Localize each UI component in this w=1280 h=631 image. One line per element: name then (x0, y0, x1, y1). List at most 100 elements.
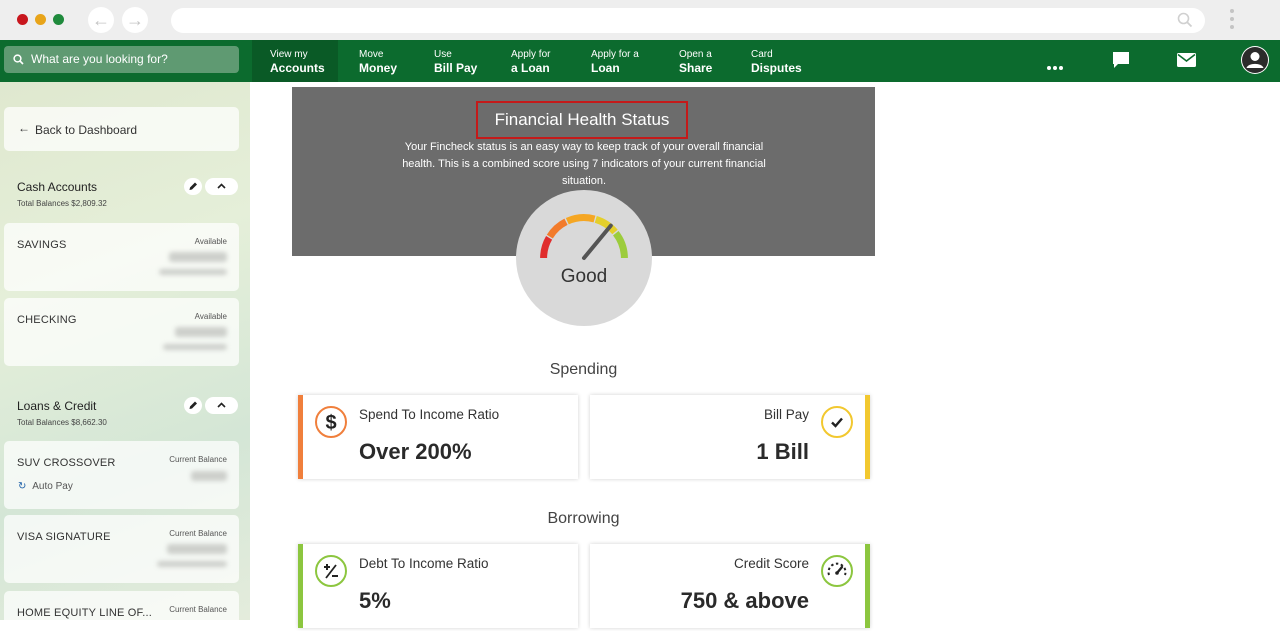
borrowing-heading: Borrowing (547, 510, 620, 527)
edit-cash-accounts-button[interactable] (184, 178, 202, 195)
cash-accounts-title: Cash Accounts (17, 180, 98, 194)
metric-label: Credit Score (733, 556, 809, 571)
account-card-suv-crossover[interactable]: SUV CROSSOVER Current Balance ↻ Auto Pay (4, 441, 239, 509)
loans-credit-title: Loans & Credit (17, 399, 97, 413)
financial-health-description: Your Fincheck status is an easy way to k… (402, 141, 766, 187)
credit-score-card[interactable]: Credit Score 750 & above (590, 544, 870, 628)
hidden-balance-secondary (159, 269, 227, 275)
chevron-up-icon (217, 402, 226, 408)
top-navigation: What are you looking for? View my Accoun… (0, 40, 1280, 82)
hidden-balance-secondary (163, 344, 227, 350)
dollar-icon: $ (315, 406, 347, 438)
nav-label-main: Disputes (751, 61, 802, 75)
gauge-needle (582, 223, 613, 260)
plus-minus-icon (315, 555, 347, 587)
gauge-status-label: Good (560, 266, 608, 287)
more-icon[interactable] (1047, 57, 1065, 75)
refresh-icon: ↻ (18, 481, 27, 492)
loans-credit-total: Total Balances $8,662.30 (17, 418, 107, 427)
account-name: HOME EQUITY LINE OF... (17, 607, 152, 619)
metric-value: 5% (359, 588, 391, 613)
hidden-balance (169, 252, 227, 262)
nav-label-main: Bill Pay (434, 61, 478, 75)
edit-loans-button[interactable] (184, 397, 202, 414)
nav-label-top: Use (434, 49, 452, 60)
hidden-balance (175, 327, 227, 337)
nav-label-top: Open a (679, 49, 712, 60)
pencil-icon (189, 182, 197, 190)
search-icon (13, 54, 24, 65)
nav-card-disputes[interactable]: Card Disputes (751, 40, 802, 82)
address-bar[interactable] (171, 8, 1205, 33)
nav-label-top: Apply for a (591, 49, 639, 60)
pencil-icon (189, 401, 197, 409)
hidden-balance (191, 471, 227, 481)
nav-label-top: Card (751, 49, 773, 60)
back-to-dashboard-button[interactable]: ← Back to Dashboard (4, 107, 239, 151)
spend-to-income-card[interactable]: $ Spend To Income Ratio Over 200% (298, 395, 578, 479)
metric-value: 750 & above (680, 588, 809, 613)
close-window-button[interactable] (17, 14, 28, 25)
account-name: VISA SIGNATURE (17, 531, 111, 543)
speedometer-icon (821, 555, 853, 587)
metric-label: Debt To Income Ratio (359, 556, 489, 571)
hidden-balance (167, 544, 227, 554)
minimize-window-button[interactable] (35, 14, 46, 25)
account-name: CHECKING (17, 314, 77, 326)
search-placeholder: What are you looking for? (31, 52, 168, 66)
chevron-up-icon (217, 183, 226, 189)
account-card-home-equity[interactable]: HOME EQUITY LINE OF... Current Balance (4, 591, 239, 631)
health-gauge: Good (516, 190, 652, 326)
nav-label-top: View my (270, 49, 308, 60)
nav-apply-for-a-loan[interactable]: Apply for a Loan (591, 40, 639, 82)
balance-label: Current Balance (169, 529, 227, 538)
mail-icon[interactable] (1177, 53, 1196, 67)
nav-label-main: Money (359, 61, 398, 75)
account-card-savings[interactable]: SAVINGS Available (4, 223, 239, 291)
balance-label: Current Balance (169, 605, 227, 614)
nav-label-main: a Loan (511, 61, 550, 75)
debt-to-income-card[interactable]: Debt To Income Ratio 5% (298, 544, 578, 628)
balance-label: Available (194, 237, 227, 246)
nav-move-money[interactable]: Move Money (359, 40, 397, 82)
account-card-checking[interactable]: CHECKING Available (4, 298, 239, 366)
account-card-visa-signature[interactable]: VISA SIGNATURE Current Balance (4, 515, 239, 583)
nav-label-main: Accounts (270, 61, 325, 75)
browser-back-button[interactable]: ← (88, 7, 114, 33)
account-name: SUV CROSSOVER (17, 457, 116, 469)
metric-value: Over 200% (359, 439, 472, 464)
arrow-left-icon: ← (18, 121, 30, 135)
collapse-loans-button[interactable] (205, 397, 238, 414)
nav-label-top: Apply for (511, 49, 551, 60)
balance-label: Current Balance (169, 455, 227, 464)
user-icon (1242, 47, 1268, 73)
nav-bill-pay[interactable]: Use Bill Pay (434, 40, 477, 82)
metric-label: Bill Pay (763, 407, 809, 422)
gauge-arc-icon (540, 214, 628, 260)
nav-label-top: Move (359, 49, 384, 60)
browser-forward-button[interactable]: → (122, 7, 148, 33)
nav-label-main: Share (679, 61, 713, 75)
search-input[interactable]: What are you looking for? (4, 46, 239, 73)
nav-open-share[interactable]: Open a Share (679, 40, 712, 82)
browser-chrome: ← → (0, 0, 1280, 40)
autopay-indicator: ↻ Auto Pay (18, 481, 73, 492)
bill-pay-card[interactable]: Bill Pay 1 Bill (590, 395, 870, 479)
maximize-window-button[interactable] (53, 14, 64, 25)
balance-label: Available (194, 312, 227, 321)
chat-icon[interactable] (1112, 51, 1130, 69)
check-icon (821, 406, 853, 438)
browser-menu-icon[interactable] (1230, 9, 1236, 33)
nav-apply-loan[interactable]: Apply for a Loan (511, 40, 550, 82)
nav-view-accounts[interactable]: View my Accounts (252, 40, 338, 82)
hidden-balance-secondary (157, 561, 227, 567)
search-icon (1177, 12, 1193, 28)
collapse-cash-accounts-button[interactable] (205, 178, 238, 195)
user-avatar[interactable] (1241, 46, 1269, 74)
page-title: Financial Health Status (476, 101, 688, 139)
nav-label-main: Loan (591, 61, 620, 75)
accounts-sidebar: ← Back to Dashboard Cash Accounts Total … (0, 82, 250, 631)
metric-value: 1 Bill (756, 439, 809, 464)
metric-label: Spend To Income Ratio (359, 407, 500, 422)
spending-heading: Spending (549, 361, 618, 378)
